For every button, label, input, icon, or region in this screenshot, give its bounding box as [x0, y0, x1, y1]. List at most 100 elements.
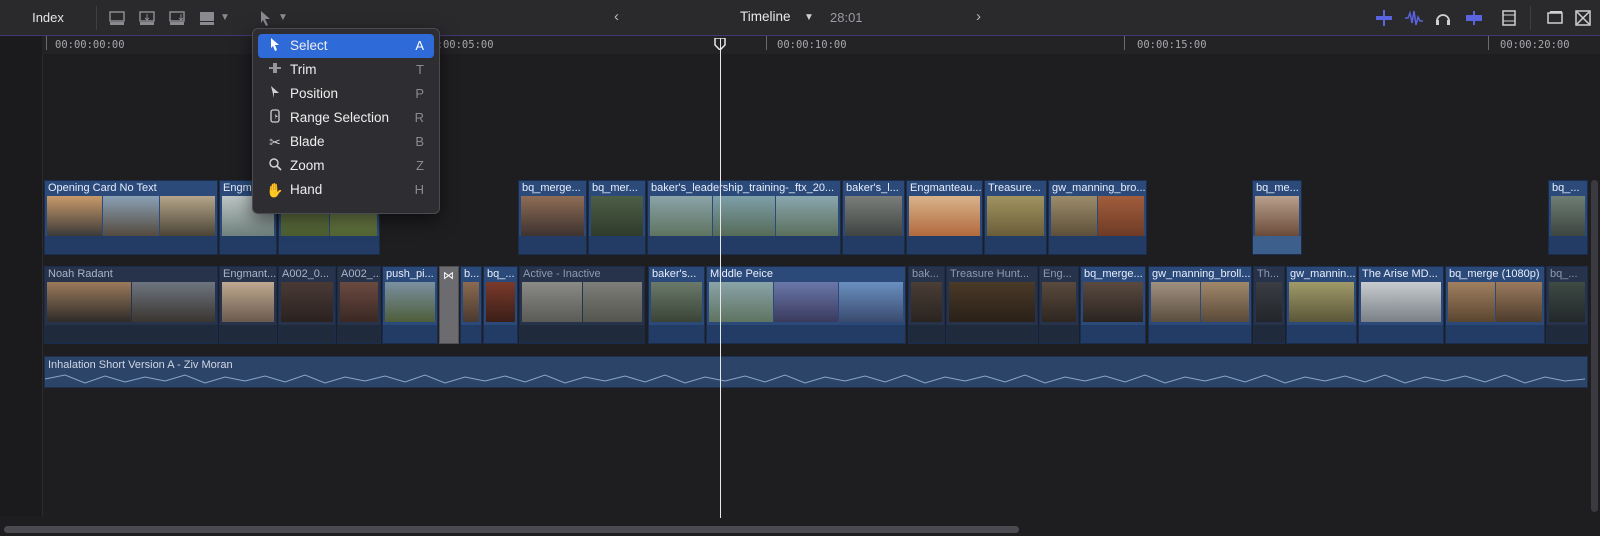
clip-name: Treasure Hunt... [950, 268, 1030, 280]
snapping-icon[interactable] [1464, 9, 1482, 27]
timeline-clip[interactable]: push_pi... [382, 266, 438, 344]
menu-item-shortcut: T [416, 62, 424, 77]
timeline-clip[interactable]: Treasure... [984, 180, 1047, 255]
chevron-down-icon[interactable]: ▼ [800, 9, 818, 27]
menu-item-shortcut: Z [416, 158, 424, 173]
clip-name: bq_... [1552, 182, 1580, 194]
timeline-clip[interactable]: gw_mannin... [1286, 266, 1357, 344]
scissors-icon: ✂ [269, 134, 281, 150]
timeline-clip[interactable]: bq_me... [1252, 180, 1302, 255]
chevron-left-icon[interactable]: ‹ [614, 8, 619, 25]
timeline-clip[interactable]: gw_manning_bro... [1048, 180, 1147, 255]
ruler-label: 00:00:20:00 [1500, 39, 1570, 51]
timeline-clip[interactable]: Opening Card No Text [44, 180, 218, 255]
transition-clip[interactable]: ⋈ [439, 266, 459, 344]
timeline-clip[interactable]: Active - Inactive [519, 266, 645, 344]
playhead-handle-icon[interactable] [714, 38, 726, 50]
timeline-clip[interactable]: bq_... [483, 266, 518, 344]
headphones-icon[interactable] [1434, 9, 1452, 27]
menu-item-blade[interactable]: ✂ Blade B [258, 130, 434, 154]
clip-appearance-icon[interactable] [1500, 9, 1518, 27]
clip-thumbnails [1448, 282, 1542, 322]
clip-thumbnails [1083, 282, 1143, 322]
clip-thumbnails [591, 196, 643, 236]
timeline-clip[interactable]: Engmanteau... [906, 180, 983, 255]
timeline-clip[interactable]: Noah Radant [44, 266, 218, 344]
timeline-clip[interactable]: bq_merge (1080p) [1445, 266, 1545, 344]
playhead[interactable] [720, 38, 721, 518]
timeline-clip[interactable]: Eng... [1039, 266, 1079, 344]
timeline-clip[interactable]: A002_... [337, 266, 381, 344]
ruler-label: 00:00:15:00 [1137, 39, 1207, 51]
clip-name: Opening Card No Text [48, 182, 157, 194]
clip-thumbnails [1255, 196, 1299, 236]
clip-thumbnails [845, 196, 902, 236]
timeline-clip[interactable]: b... [460, 266, 482, 344]
ruler-tick [1124, 36, 1125, 50]
timeline-title[interactable]: Timeline [740, 9, 791, 24]
timeline-clip[interactable]: Middle Peice [706, 266, 906, 344]
clip-thumbnails [486, 282, 515, 322]
chevron-right-icon[interactable]: › [976, 8, 981, 25]
clip-browser-icon[interactable] [1546, 9, 1564, 27]
toolbar: Index ▼ ▼ ‹ Timeline ▼ 28:01 › [0, 0, 1600, 36]
audio-waveform [45, 374, 1585, 384]
clip-name: push_pi... [386, 268, 434, 280]
timeline-clip[interactable]: Th... [1253, 266, 1285, 344]
clip-thumbnails [949, 282, 1035, 322]
timeline-clip[interactable]: baker's... [648, 266, 705, 344]
clip-thumbnails [340, 282, 378, 322]
menu-item-zoom[interactable]: Zoom Z [258, 154, 434, 178]
skimming-icon[interactable] [1374, 9, 1392, 27]
chevron-down-icon[interactable]: ▼ [216, 9, 234, 27]
timeline-clip[interactable]: bq_... [1546, 266, 1588, 344]
chevron-down-icon[interactable]: ▼ [274, 9, 292, 27]
clip-thumbnails [1051, 196, 1144, 236]
menu-item-label: Zoom [290, 158, 325, 173]
append-clip-icon[interactable] [168, 9, 186, 27]
menu-item-label: Select [290, 38, 328, 53]
timeline-clip[interactable]: Engmant... [219, 266, 277, 344]
menu-item-label: Position [290, 86, 339, 101]
timeline-clip[interactable]: gw_manning_broll... [1148, 266, 1252, 344]
clip-name: Eng... [1043, 268, 1072, 280]
audio-skimming-icon[interactable] [1404, 9, 1423, 27]
menu-item-position[interactable]: Position P [258, 82, 434, 106]
timeline-clip[interactable]: bq_merge... [1080, 266, 1146, 344]
clip-name: The Arise MD... [1362, 268, 1438, 280]
clip-thumbnails [47, 196, 215, 236]
timeline-clip[interactable]: baker's_l... [842, 180, 905, 255]
overwrite-clip-icon[interactable] [198, 9, 216, 27]
clip-name: bq_merge (1080p) [1449, 268, 1540, 280]
toolbar-divider [1530, 6, 1531, 30]
menu-item-label: Blade [290, 134, 325, 149]
menu-item-range-selection[interactable]: Range Selection R [258, 106, 434, 130]
timeline-clip[interactable]: A002_0... [278, 266, 336, 344]
clip-thumbnails [987, 196, 1044, 236]
connect-clip-icon[interactable] [108, 9, 126, 27]
clip-thumbnails [385, 282, 435, 322]
transitions-icon[interactable] [1574, 9, 1592, 27]
menu-item-hand[interactable]: ✋ Hand H [258, 178, 434, 202]
audio-clip[interactable]: Inhalation Short Version A - Ziv Moran [44, 356, 1588, 388]
timeline-clip[interactable]: bak... [908, 266, 945, 344]
timeline-clip[interactable]: bq_... [1548, 180, 1588, 255]
menu-item-select[interactable]: Select A [258, 34, 434, 58]
menu-item-trim[interactable]: Trim T [258, 58, 434, 82]
clip-name: bak... [912, 268, 939, 280]
horizontal-scrollbar[interactable] [4, 526, 1019, 533]
timeline-clip[interactable]: Treasure Hunt... [946, 266, 1038, 344]
insert-clip-icon[interactable] [138, 9, 156, 27]
clip-name: Active - Inactive [523, 268, 601, 280]
timeline-clip[interactable]: bq_merge... [518, 180, 587, 255]
clip-name: Th... [1257, 268, 1280, 280]
timeline-clip[interactable]: baker's_leadership_training-_ftx_20... [647, 180, 841, 255]
index-button[interactable]: Index [0, 0, 96, 35]
vertical-scrollbar[interactable] [1591, 180, 1598, 512]
clip-name: bq_... [1550, 268, 1578, 280]
clip-thumbnails [463, 282, 479, 322]
timeline-clip[interactable]: bq_mer... [588, 180, 646, 255]
arrow-tool-icon[interactable] [256, 9, 274, 27]
timeline-clip[interactable]: The Arise MD... [1358, 266, 1444, 344]
menu-item-shortcut: R [414, 110, 424, 125]
